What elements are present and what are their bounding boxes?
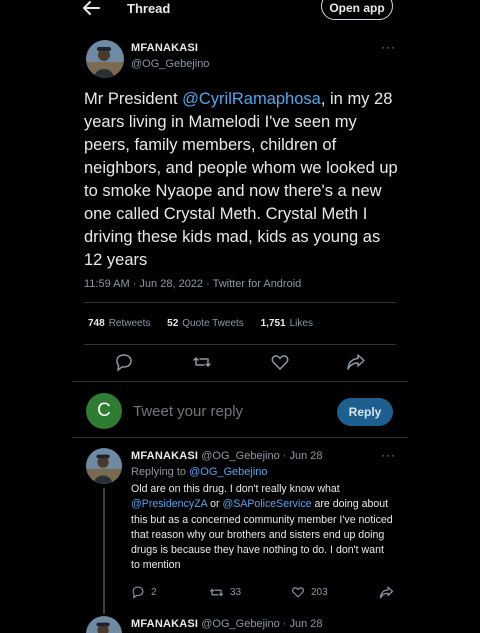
retweets-count: 748: [88, 318, 105, 329]
reply-author-avatar[interactable]: [86, 448, 122, 484]
back-arrow-icon[interactable]: [80, 0, 104, 18]
like-icon[interactable]: [270, 352, 290, 372]
retweet-icon[interactable]: [192, 352, 212, 372]
author-name[interactable]: MFANAKASI: [131, 42, 198, 54]
reply-reply-action[interactable]: 2: [131, 585, 157, 599]
likes-count: 1,751: [260, 318, 286, 329]
tweet-text: Mr President @CyrilRamaphosa, in my 28 y…: [84, 88, 400, 272]
replying-to: Replying to @OG_Gebejino: [131, 466, 268, 478]
mention-link[interactable]: @CyrilRamaphosa: [182, 90, 321, 108]
mention-link[interactable]: @SAPoliceService: [222, 498, 311, 510]
reply-input[interactable]: Tweet your reply: [133, 403, 243, 420]
next-reply-meta[interactable]: @OG_Gebejino · Jun 28: [201, 618, 322, 630]
reply-button[interactable]: Reply: [337, 398, 393, 426]
avatar[interactable]: [86, 40, 124, 78]
likes-stat[interactable]: 1,751 Likes: [261, 318, 313, 329]
more-icon[interactable]: ···: [381, 40, 396, 54]
reply-replies-count: 2: [151, 586, 157, 598]
reply-header: MFANAKASI @OG_Gebejino · Jun 28: [131, 450, 323, 462]
reply-retweets-count: 33: [230, 587, 242, 598]
thread-connector-line: [103, 488, 105, 614]
next-reply-header: MFANAKASI @OG_Gebejino · Jun 28: [131, 618, 323, 630]
replying-to-handle[interactable]: @OG_Gebejino: [189, 466, 267, 478]
quotes-label: Quote Tweets: [182, 318, 244, 329]
reply-retweet-action[interactable]: 33: [209, 585, 241, 599]
next-reply-author-name[interactable]: MFANAKASI: [131, 618, 198, 630]
divider: [84, 302, 396, 303]
reply-like-action[interactable]: 203: [291, 585, 328, 599]
next-reply-avatar[interactable]: [86, 616, 122, 633]
thread-view: Thread Open app MFANAKASI @OG_Gebejino ·…: [72, 0, 408, 633]
reply-more-icon[interactable]: ···: [381, 448, 396, 462]
reply-text-2: or: [207, 498, 223, 511]
reply-likes-count: 203: [311, 586, 328, 598]
replying-to-prefix: Replying to: [131, 466, 190, 478]
retweets-stat[interactable]: 748 Retweets: [88, 318, 150, 329]
tweet-timestamp[interactable]: 11:59 AM · Jun 28, 2022 · Twitter for An…: [84, 278, 301, 290]
reply-text: Old are on this drug. I don't really kno…: [131, 482, 393, 574]
reply-meta[interactable]: @OG_Gebejino · Jun 28: [201, 450, 322, 462]
author-handle[interactable]: @OG_Gebejino: [131, 58, 209, 70]
divider: [72, 381, 408, 382]
open-app-button[interactable]: Open app: [321, 0, 393, 20]
divider: [84, 344, 396, 345]
tweet-text-rest: , in my 28 years living in Mamelodi I've…: [84, 90, 398, 269]
reply-text-1: Old are on this drug. I don't really kno…: [131, 483, 340, 495]
page-title: Thread: [127, 1, 171, 16]
reply-icon[interactable]: [114, 352, 134, 372]
quotes-stat[interactable]: 52 Quote Tweets: [167, 318, 244, 329]
quotes-count: 52: [167, 318, 179, 329]
share-icon[interactable]: [346, 352, 366, 372]
like-icon: [292, 587, 304, 598]
reply-author-name[interactable]: MFANAKASI: [131, 450, 198, 462]
tweet-text-prefix: Mr President: [84, 90, 183, 108]
reply-icon: [132, 586, 144, 599]
top-bar: Thread Open app: [72, 0, 408, 20]
likes-label: Likes: [289, 318, 313, 329]
mention-link[interactable]: @PresidencyZA: [131, 498, 207, 510]
reply-share-action[interactable]: [379, 585, 394, 599]
retweet-icon: [209, 588, 224, 597]
retweets-label: Retweets: [108, 318, 151, 329]
share-icon: [379, 586, 394, 599]
divider: [72, 437, 408, 438]
tweet-stats: 748 Retweets 52 Quote Tweets 1,751 Likes: [88, 318, 313, 329]
user-avatar: C: [86, 393, 122, 429]
